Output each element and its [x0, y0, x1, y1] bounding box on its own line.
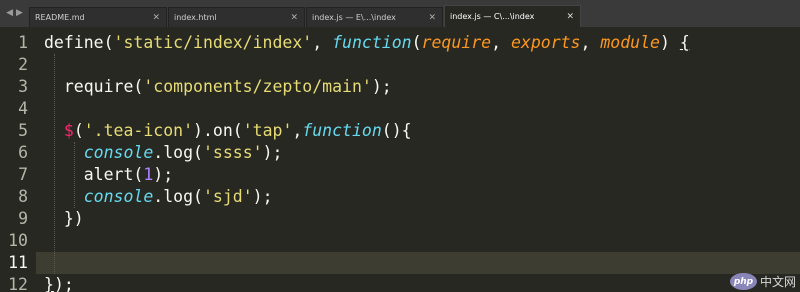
code-token: require	[421, 33, 492, 52]
editor-window: ◀ ▶ README.md × index.html × index.js — …	[0, 0, 800, 292]
code-token: }	[44, 275, 54, 292]
code-token: 'sjd'	[202, 187, 253, 206]
tab-navigation: ◀ ▶	[0, 0, 29, 27]
code-editor[interactable]: 1 2 3 4 5 6 7 8 9 10 11 12 define('static/index/ind…	[0, 27, 800, 292]
code-token: (){	[381, 121, 412, 140]
line-number: 9	[18, 209, 28, 228]
line-number: 10	[8, 231, 28, 250]
code-token: );	[53, 275, 74, 292]
watermark-text: 中文网	[759, 275, 796, 289]
tab-scroll-right-icon[interactable]: ▶	[16, 9, 23, 18]
code-line[interactable]: console.log('ssss');	[44, 142, 283, 164]
tab-bar: ◀ ▶ README.md × index.html × index.js — …	[0, 0, 800, 28]
php-logo: php	[729, 273, 757, 290]
tab-readme-md[interactable]: README.md ×	[29, 7, 167, 27]
indent-guide	[53, 54, 55, 274]
code-token: module	[600, 33, 660, 52]
tab-label: index.js — C\...\index	[450, 12, 535, 21]
code-token: 1	[143, 165, 154, 184]
code-token: exports	[510, 33, 581, 52]
code-token: );	[262, 143, 283, 162]
indent-guide	[73, 142, 75, 208]
code-token: ,	[580, 33, 601, 52]
code-token: .log(	[153, 187, 203, 206]
code-token: require(	[44, 77, 144, 96]
code-token: function	[332, 33, 412, 52]
code-token: {	[679, 33, 690, 52]
code-line[interactable]: require('components/zepto/main');	[44, 76, 392, 98]
line-number: 4	[18, 99, 28, 118]
tab-index-js-e[interactable]: index.js — E\...\index ×	[306, 7, 443, 27]
code-token: (	[411, 33, 422, 52]
code-token: 'static/index/index'	[113, 33, 313, 52]
code-line[interactable]: console.log('sjd');	[44, 186, 273, 208]
code-token: console	[83, 143, 154, 162]
tab-label: index.js — E\...\index	[312, 13, 396, 22]
line-number: 2	[18, 55, 28, 74]
code-token: (	[73, 121, 84, 140]
code-token: define(	[44, 33, 114, 52]
line-number: 11	[8, 253, 28, 272]
code-token: 'tap'	[242, 121, 293, 140]
code-token: )	[659, 33, 680, 52]
code-line[interactable]: })	[44, 208, 84, 230]
tab-index-html[interactable]: index.html ×	[168, 7, 305, 27]
code-token: .log(	[153, 143, 203, 162]
line-number: 7	[18, 165, 28, 184]
code-token: '.tea-icon'	[83, 121, 194, 140]
code-token: 'ssss'	[202, 143, 263, 162]
code-line[interactable]: define('static/index/index', function(re…	[44, 32, 690, 54]
code-token: 'components/zepto/main'	[143, 77, 372, 96]
code-line[interactable]: $('.tea-icon').on('tap',function(){	[44, 120, 412, 142]
code-token: );	[371, 77, 392, 96]
line-number: 1	[18, 33, 28, 52]
code-token: $	[63, 121, 74, 140]
code-token: function	[302, 121, 382, 140]
code-token: ,	[292, 121, 303, 140]
code-line[interactable]: });	[44, 274, 74, 292]
code-line[interactable]: alert(1);	[44, 164, 173, 186]
close-icon[interactable]: ×	[566, 12, 574, 21]
code-token: );	[153, 165, 174, 184]
tab-label: README.md	[35, 13, 85, 22]
code-token: console	[83, 187, 154, 206]
close-icon[interactable]: ×	[152, 13, 160, 22]
code-token: ,	[312, 33, 333, 52]
code-token: ).on(	[193, 121, 243, 140]
code-token: })	[44, 209, 84, 228]
close-icon[interactable]: ×	[428, 13, 436, 22]
tab-label: index.html	[174, 13, 217, 22]
line-number: 3	[18, 77, 28, 96]
line-number: 6	[18, 143, 28, 162]
code-area[interactable]: define('static/index/index', function(re…	[36, 27, 800, 292]
line-number: 5	[18, 121, 28, 140]
code-token: ,	[491, 33, 511, 52]
line-number: 8	[18, 187, 28, 206]
line-number-gutter: 1 2 3 4 5 6 7 8 9 10 11 12	[0, 27, 36, 292]
code-token: alert(	[44, 165, 144, 184]
tab-scroll-left-icon[interactable]: ◀	[6, 9, 13, 18]
code-token: );	[252, 187, 273, 206]
close-icon[interactable]: ×	[290, 13, 298, 22]
php-cn-watermark: php 中文网	[729, 273, 796, 290]
line-number: 12	[8, 275, 28, 292]
tab-index-js-c[interactable]: index.js — C\...\index ×	[444, 5, 581, 27]
